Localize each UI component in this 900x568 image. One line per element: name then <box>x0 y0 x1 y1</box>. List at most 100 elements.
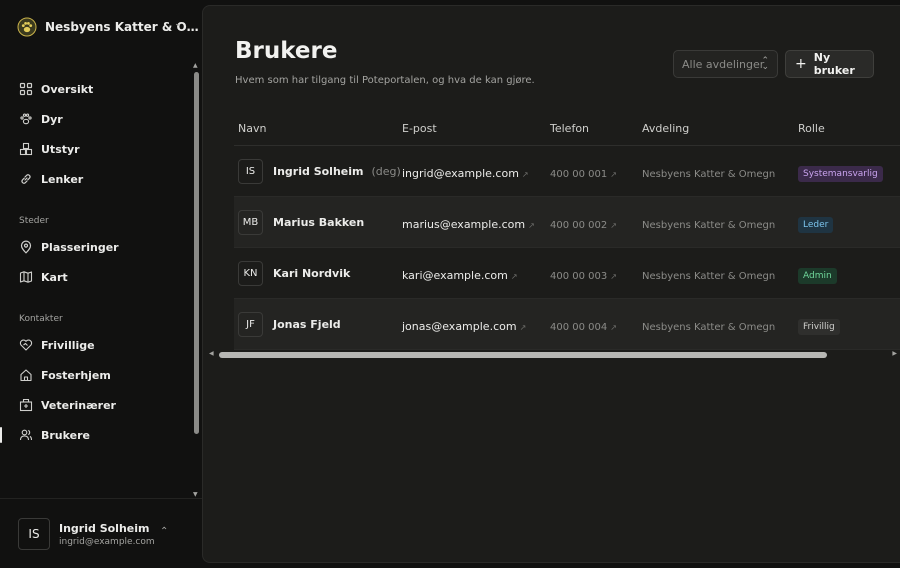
external-link-icon[interactable]: ↗ <box>522 170 529 179</box>
current-user-tag: (deg) <box>371 164 401 178</box>
cell-phone: 400 00 001 ↗ <box>550 162 642 181</box>
sidebar-item-label: Plasseringer <box>41 240 119 254</box>
map-pin-icon <box>20 240 32 254</box>
sidebar-item-utstyr[interactable]: Utstyr <box>0 134 192 164</box>
user-name: Marius Bakken <box>273 215 365 229</box>
user-name: Jonas Fjeld <box>273 317 341 331</box>
cell-name: MB Marius Bakken <box>234 209 402 235</box>
email-link[interactable]: ingrid@example.com <box>402 167 519 180</box>
column-header-email: E-post <box>402 122 437 135</box>
table-row[interactable]: IS Ingrid Solheim (deg) ingrid@example.com ↗… <box>234 146 900 197</box>
avatar: IS <box>18 518 50 550</box>
cell-department: Nesbyens Katter & Omegn <box>642 213 798 232</box>
boxes-icon <box>19 142 33 156</box>
sidebar-item-plasseringer[interactable]: Plasseringer <box>0 232 192 262</box>
table-row[interactable]: KN Kari Nordvik kari@example.com ↗ 400 00 00… <box>234 248 900 299</box>
grid-icon <box>19 82 33 96</box>
external-link-icon[interactable]: ↗ <box>528 221 535 230</box>
plus-icon: + <box>795 56 807 72</box>
cell-email: ingrid@example.com ↗ <box>402 162 550 181</box>
external-link-icon[interactable]: ↗ <box>511 272 518 281</box>
scroll-left-arrow-icon[interactable]: ◀ <box>209 350 214 357</box>
external-link-icon[interactable]: ↗ <box>610 323 617 332</box>
paw-logo-icon <box>17 17 37 37</box>
cell-phone: 400 00 002 ↗ <box>550 213 642 232</box>
table-row[interactable]: MB Marius Bakken marius@example.com ↗ 400 00… <box>234 197 900 248</box>
role-badge: Leder <box>798 216 834 233</box>
external-link-icon[interactable]: ↗ <box>610 272 617 281</box>
cell-name: KN Kari Nordvik <box>234 260 402 286</box>
phone-link[interactable]: 400 00 002 <box>550 220 607 231</box>
org-switcher[interactable]: Nesbyens Katter & O… ⌄ <box>0 0 200 54</box>
department-name: Nesbyens Katter & Omegn <box>642 168 776 180</box>
sidebar-item-label: Veterinærer <box>41 398 116 412</box>
user-name: Ingrid Solheim <box>59 521 150 535</box>
table-row[interactable]: JF Jonas Fjeld jonas@example.com ↗ 400 00 00… <box>234 299 900 350</box>
map-icon <box>19 271 33 283</box>
cell-phone: 400 00 003 ↗ <box>550 264 642 283</box>
new-user-button[interactable]: + Ny bruker <box>785 50 874 78</box>
user-menu[interactable]: IS Ingrid Solheim ingrid@example.com ⌃ <box>18 516 193 552</box>
sidebar-item-fosterhjem[interactable]: Fosterhjem <box>0 360 192 390</box>
table-horizontal-scrollbar[interactable]: ◀ ▶ <box>209 350 900 360</box>
cell-role: Leder <box>798 212 900 233</box>
phone-link[interactable]: 400 00 003 <box>550 271 607 282</box>
scroll-up-arrow-icon[interactable]: ▲ <box>193 62 198 69</box>
column-header-phone: Telefon <box>550 122 590 135</box>
cell-role: Frivillig <box>798 314 900 335</box>
sidebar: Nesbyens Katter & O… ⌄ Oversikt Dyr Utst… <box>0 0 202 568</box>
department-name: Nesbyens Katter & Omegn <box>642 270 776 282</box>
page-subtitle: Hvem som har tilgang til Poteportalen, o… <box>235 75 535 86</box>
department-name: Nesbyens Katter & Omegn <box>642 321 776 333</box>
cell-name: IS Ingrid Solheim (deg) <box>234 158 402 184</box>
cell-department: Nesbyens Katter & Omegn <box>642 315 798 334</box>
role-badge: Admin <box>798 267 837 284</box>
user-name: Kari Nordvik <box>273 266 351 280</box>
users-table: Navn E-post Telefon Avdeling Rolle IS Ing… <box>234 112 900 350</box>
avatar: KN <box>238 260 263 286</box>
external-link-icon[interactable]: ↗ <box>520 323 527 332</box>
sidebar-item-dyr[interactable]: Dyr <box>0 104 192 134</box>
sidebar-item-label: Dyr <box>41 112 63 126</box>
column-header-name: Navn <box>238 122 267 135</box>
phone-link[interactable]: 400 00 001 <box>550 169 607 180</box>
cell-role: Systemansvarlig <box>798 161 900 182</box>
cell-department: Nesbyens Katter & Omegn <box>642 264 798 283</box>
column-header-role: Rolle <box>798 122 825 135</box>
sidebar-item-label: Frivillige <box>41 338 95 352</box>
sidebar-item-label: Kart <box>41 270 68 284</box>
email-link[interactable]: marius@example.com <box>402 218 525 231</box>
chevron-up-icon: ⌃ <box>160 526 169 537</box>
sidebar-item-oversikt[interactable]: Oversikt <box>0 74 192 104</box>
cell-email: marius@example.com ↗ <box>402 213 550 232</box>
scrollbar-thumb[interactable] <box>219 352 827 358</box>
email-link[interactable]: kari@example.com <box>402 269 508 282</box>
table-header: Navn E-post Telefon Avdeling Rolle <box>234 112 900 146</box>
sidebar-item-kart[interactable]: Kart <box>0 262 192 292</box>
heart-handshake-icon <box>19 339 33 351</box>
sidebar-item-label: Utstyr <box>41 142 80 156</box>
chevrons-up-down-icon: ⌃ ⌄ <box>761 56 769 72</box>
home-icon <box>20 369 32 382</box>
sidebar-nav: Oversikt Dyr Utstyr Lenker Steder Plasse… <box>0 74 192 450</box>
role-badge: Frivillig <box>798 318 840 335</box>
sidebar-item-veterinaerer[interactable]: Veterinærer <box>0 390 192 420</box>
cell-email: jonas@example.com ↗ <box>402 315 550 334</box>
role-badge: Systemansvarlig <box>798 165 883 182</box>
department-filter-select[interactable]: Alle avdelinger ⌃ ⌄ <box>673 50 778 78</box>
sidebar-item-lenker[interactable]: Lenker <box>0 164 192 194</box>
scrollbar-thumb[interactable] <box>194 72 199 434</box>
email-link[interactable]: jonas@example.com <box>402 320 517 333</box>
new-user-label: Ny bruker <box>813 51 855 77</box>
phone-link[interactable]: 400 00 004 <box>550 322 607 333</box>
scroll-right-arrow-icon[interactable]: ▶ <box>892 350 897 357</box>
sidebar-scrollbar[interactable]: ▲ ▼ <box>192 62 201 498</box>
external-link-icon[interactable]: ↗ <box>610 221 617 230</box>
user-name: Ingrid Solheim <box>273 164 364 178</box>
cell-department: Nesbyens Katter & Omegn <box>642 162 798 181</box>
sidebar-item-brukere[interactable]: Brukere <box>0 420 192 450</box>
external-link-icon[interactable]: ↗ <box>610 170 617 179</box>
scroll-down-arrow-icon[interactable]: ▼ <box>193 491 198 498</box>
user-email: ingrid@example.com <box>59 536 155 547</box>
sidebar-item-frivillige[interactable]: Frivillige <box>0 330 192 360</box>
